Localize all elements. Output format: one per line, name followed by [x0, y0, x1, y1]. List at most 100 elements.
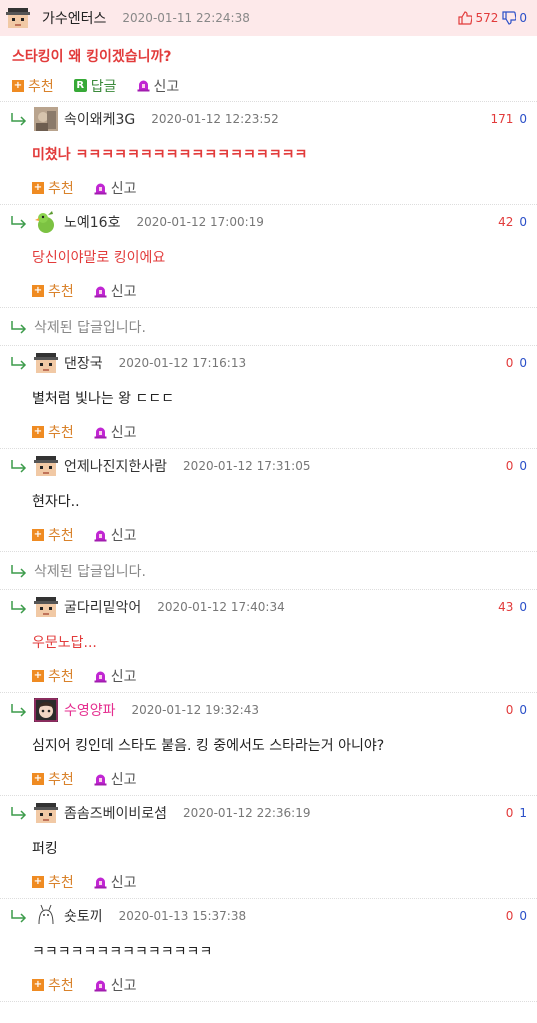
photo-avatar-icon: [34, 107, 58, 131]
comment-upvote-count[interactable]: 0: [506, 703, 514, 717]
comment-author[interactable]: 노예16호: [64, 212, 120, 232]
post-author[interactable]: 가수엔터스: [42, 8, 106, 28]
report-button[interactable]: 신고: [94, 178, 137, 198]
parrot-avatar-icon: [34, 210, 58, 234]
recommend-button[interactable]: + 추천: [32, 178, 74, 198]
comment-actions: + 추천 신고: [10, 519, 537, 551]
recommend-label: 추천: [48, 528, 74, 544]
comment-downvote-count[interactable]: 0: [519, 600, 527, 614]
reply-arrow-icon: [10, 564, 28, 578]
comment: 좀솜즈베이비로셤 2020-01-12 22:36:19 0 1 퍼킹 + 추천 신고: [0, 796, 537, 899]
recommend-button[interactable]: + 추천: [12, 76, 54, 96]
recommend-label: 추천: [48, 181, 74, 197]
comment-downvote-count[interactable]: 0: [519, 703, 527, 717]
siren-icon: [137, 79, 150, 92]
comment: 댄장국 2020-01-12 17:16:13 0 0 별처럼 빛나는 왕 ㄷㄷㄷ + 추천…: [0, 346, 537, 449]
reply-arrow-icon: [10, 806, 28, 820]
siren-icon: [94, 876, 107, 889]
plus-icon: +: [32, 773, 44, 785]
comment-header: 수영양파 2020-01-12 19:32:43 0 0: [10, 693, 537, 727]
comment-downvote-count[interactable]: 0: [519, 215, 527, 229]
comment-date: 2020-01-12 17:31:05: [183, 459, 311, 473]
recommend-button[interactable]: + 추천: [32, 666, 74, 686]
recommend-label: 추천: [48, 875, 74, 891]
comment-date: 2020-01-12 17:00:19: [136, 215, 264, 229]
comment-upvote-count[interactable]: 43: [498, 600, 513, 614]
comment-votes: 42 0: [498, 215, 527, 229]
comment-date: 2020-01-12 19:32:43: [131, 703, 259, 717]
report-label: 신고: [110, 425, 137, 441]
comment: 숏토끼 2020-01-13 15:37:38 0 0 ㅋㅋㅋㅋㅋㅋㅋㅋㅋㅋㅋㅋㅋㅋ + 추…: [0, 899, 537, 1002]
comment-header: 좀솜즈베이비로셤 2020-01-12 22:36:19 0 1: [10, 796, 537, 830]
comment-author[interactable]: 언제나진지한사람: [64, 456, 167, 476]
reply-arrow-icon: [10, 356, 28, 370]
comment-votes: 00: [506, 356, 527, 370]
comment-votes: 00: [506, 459, 527, 473]
report-button[interactable]: 신고: [94, 525, 137, 545]
siren-icon: [94, 182, 107, 195]
comment-upvote-count[interactable]: 42: [498, 215, 513, 229]
report-label: 신고: [110, 875, 137, 891]
recommend-button[interactable]: + 추천: [32, 525, 74, 545]
pixel-face-avatar-icon: [34, 801, 58, 825]
recommend-label: 추천: [28, 78, 54, 95]
comment-date: 2020-01-12 22:36:19: [183, 806, 311, 820]
comment-upvote-count[interactable]: 171: [490, 112, 513, 126]
comment: 속이왜케3G 2020-01-12 12:23:52 171 0 미쳤나 ㅋㅋㅋㅋㅋㅋㅋ…: [0, 102, 537, 205]
deleted-reply-text: 삭제된 답글입니다.: [34, 319, 146, 336]
report-button[interactable]: 신고: [94, 666, 137, 686]
comment-author[interactable]: 굴다리밑악어: [64, 597, 141, 617]
comment-date: 2020-01-12 17:40:34: [157, 600, 285, 614]
comment-upvote-count[interactable]: 0: [506, 459, 514, 473]
comment-downvote-count[interactable]: 0: [519, 459, 527, 473]
comment-author[interactable]: 수영양파: [64, 700, 116, 720]
comment: 언제나진지한사람 2020-01-12 17:31:05 0 0 현자다.. + 추천 신고: [0, 449, 537, 552]
deleted-reply-text: 삭제된 답글입니다.: [34, 563, 146, 580]
pixel-face-avatar-icon: [34, 351, 58, 375]
comment-author[interactable]: 속이왜케3G: [64, 109, 135, 129]
report-label: 신고: [110, 669, 137, 685]
comment-text: 당신이야말로 킹이에요: [32, 250, 166, 266]
plus-icon: +: [12, 79, 24, 92]
post-downvote-count: 0: [519, 11, 527, 25]
comment-author[interactable]: 좀솜즈베이비로셤: [64, 803, 167, 823]
recommend-button[interactable]: + 추천: [32, 975, 74, 995]
comment-text: 우문노답...: [32, 635, 97, 651]
report-button[interactable]: 신고: [94, 975, 137, 995]
comment-actions: + 추천 신고: [10, 763, 537, 795]
comment-author[interactable]: 숏토끼: [64, 906, 103, 926]
comment-upvote-count[interactable]: 0: [506, 909, 514, 923]
comment-downvote-count[interactable]: 0: [519, 112, 527, 126]
comment-upvote-count[interactable]: 0: [506, 806, 514, 820]
comment-downvote-count[interactable]: 1: [519, 806, 527, 820]
thumbs-down-icon[interactable]: [502, 11, 517, 25]
recommend-button[interactable]: + 추천: [32, 281, 74, 301]
recommend-button[interactable]: + 추천: [32, 872, 74, 892]
comment: 굴다리밑악어 2020-01-12 17:40:34 43 0 우문노답... + 추천 신고: [0, 590, 537, 693]
post-header: 가수엔터스 2020-01-11 22:24:38 572 0: [0, 0, 537, 36]
post-title: 스타킹이 왜 킹이겠습니까?: [12, 49, 172, 65]
post-upvote-count: 572: [475, 11, 499, 25]
comment-downvote-count[interactable]: 0: [519, 909, 527, 923]
recommend-button[interactable]: + 추천: [32, 422, 74, 442]
report-button[interactable]: 신고: [94, 769, 137, 789]
comment-downvote-count[interactable]: 0: [519, 356, 527, 370]
reply-button[interactable]: R 답글: [73, 76, 117, 96]
comment-date: 2020-01-12 12:23:52: [151, 112, 279, 126]
report-button[interactable]: 신고: [137, 76, 179, 96]
report-button[interactable]: 신고: [94, 281, 137, 301]
recommend-button[interactable]: + 추천: [32, 769, 74, 789]
comment-text: 심지어 킹인데 스타도 붙음. 킹 중에서도 스타라는거 아니야?: [32, 738, 385, 754]
reply-r-icon: R: [73, 79, 87, 92]
comment-actions: + 추천 신고: [10, 416, 537, 448]
comment-actions: + 추천 신고: [10, 969, 537, 1001]
reply-arrow-icon: [10, 215, 28, 229]
comment-date: 2020-01-13 15:37:38: [118, 909, 247, 923]
reply-arrow-icon: [10, 459, 28, 473]
comment-upvote-count[interactable]: 0: [506, 356, 514, 370]
report-button[interactable]: 신고: [94, 422, 137, 442]
thumbs-up-icon[interactable]: [458, 11, 473, 25]
report-button[interactable]: 신고: [94, 872, 137, 892]
comment-votes: 01: [506, 806, 527, 820]
comment-author[interactable]: 댄장국: [64, 353, 103, 373]
